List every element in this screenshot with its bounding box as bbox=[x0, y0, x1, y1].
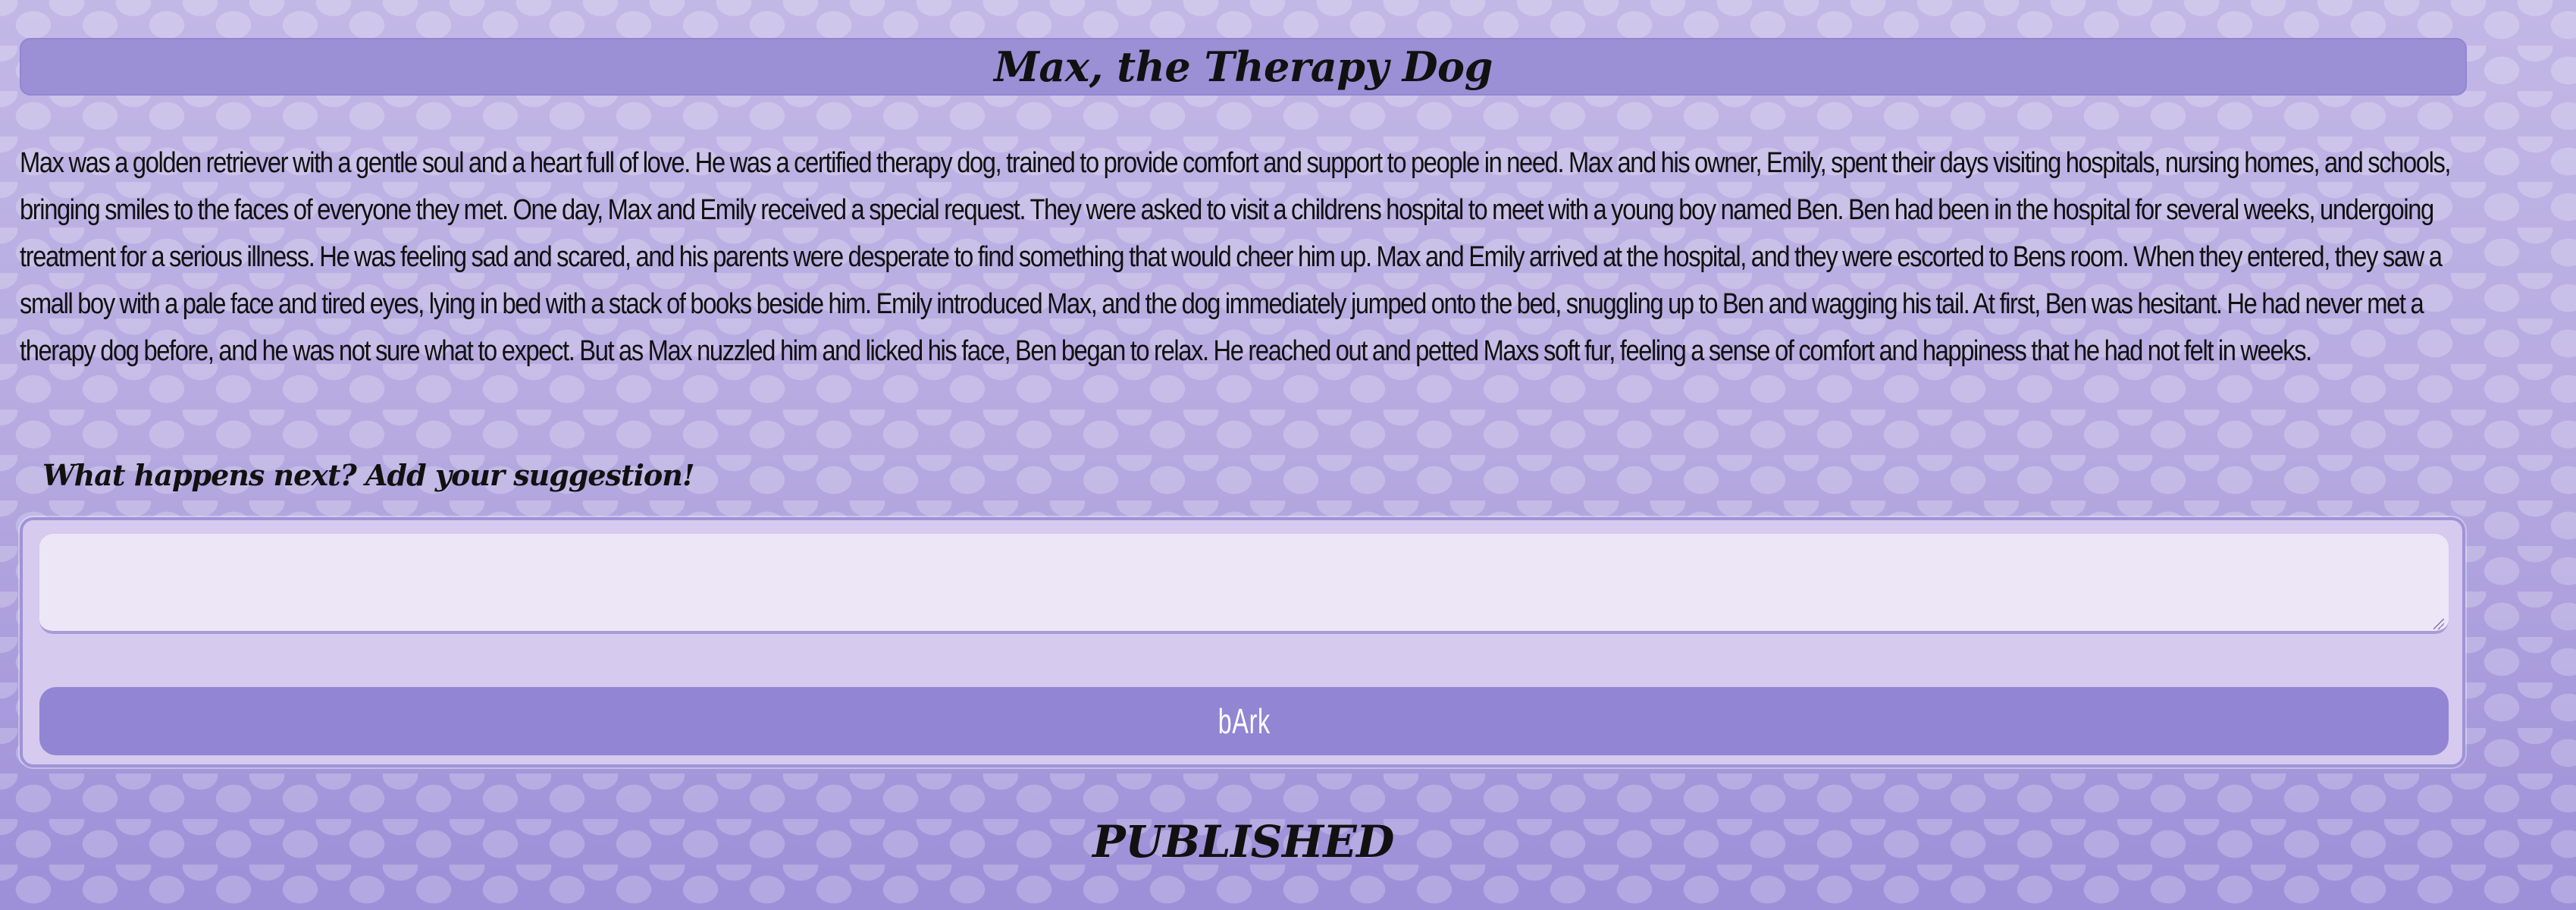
suggestion-input[interactable] bbox=[39, 534, 2449, 634]
story-text: Max was a golden retriever with a gentle… bbox=[20, 147, 2452, 367]
title-bar: Max, the Therapy Dog bbox=[20, 38, 2467, 96]
bark-submit-button[interactable]: bArk bbox=[39, 687, 2449, 755]
bark-submit-label: bArk bbox=[1217, 701, 1271, 741]
suggestion-form: bArk bbox=[20, 517, 2465, 767]
published-status: PUBLISHED bbox=[1092, 816, 1394, 868]
page-title: Max, the Therapy Dog bbox=[994, 42, 1493, 91]
resize-grip-icon[interactable] bbox=[2433, 619, 2444, 629]
suggestion-prompt-label: What happens next? Add your suggestion! bbox=[42, 458, 695, 492]
